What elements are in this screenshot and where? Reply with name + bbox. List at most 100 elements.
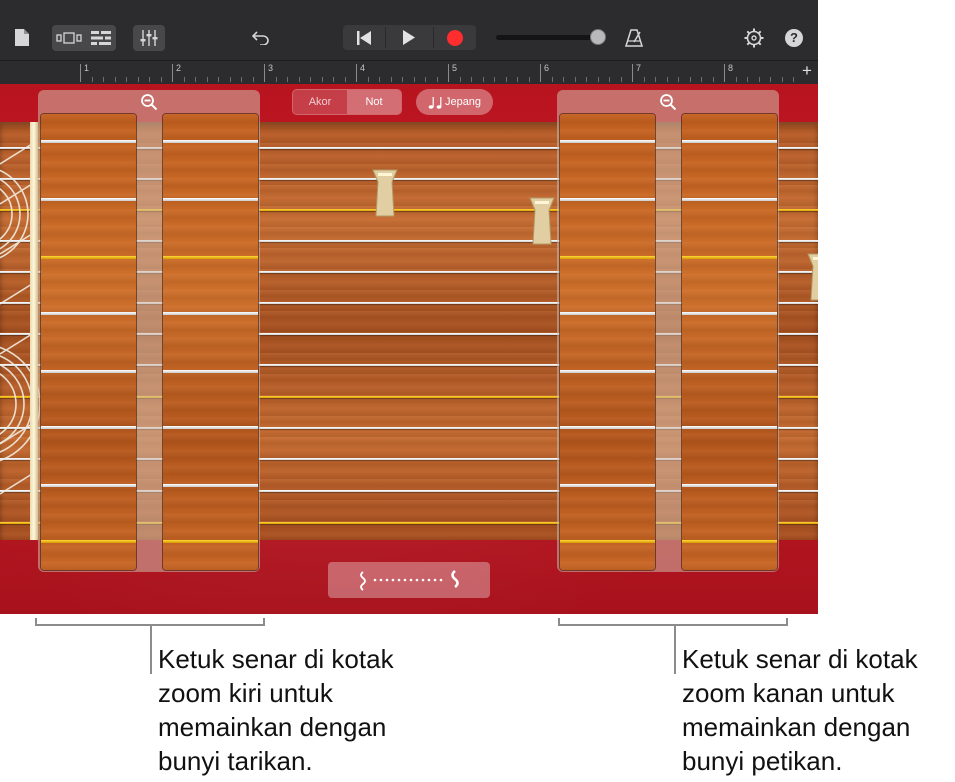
left-zoom-bracket [35,618,265,626]
ruler-bar-number: 6 [544,63,550,73]
zoom-string-column[interactable] [41,114,136,570]
ruler-bar-line [80,64,81,82]
ruler-tick [620,77,622,82]
zoom-string[interactable] [163,370,258,373]
ruler-tick [91,77,93,82]
track-view-icon[interactable] [53,26,84,50]
ruler-bar-number: 1 [84,63,90,73]
zoom-string[interactable] [560,484,655,487]
chords-option[interactable]: Akor [293,90,347,114]
zoom-string[interactable] [560,256,655,259]
ruler-tick [160,77,162,82]
ruler-tick [459,77,461,82]
ruler-tick [494,77,495,82]
ruler-tick [333,77,334,82]
zoom-string[interactable] [682,370,777,373]
ruler-tick [379,77,380,82]
ruler-tick [229,77,231,82]
ruler-tick [137,77,139,82]
notes-option[interactable]: Not [347,90,401,114]
zoom-string-column[interactable] [163,114,258,570]
zoom-out-button[interactable] [38,90,260,114]
zoom-string[interactable] [682,198,777,201]
zoom-out-button[interactable] [557,90,779,114]
record-icon[interactable] [434,25,476,50]
ruler-bar-number: 7 [636,63,642,73]
zoom-string[interactable] [41,140,136,143]
ruler-tick [298,77,300,82]
timeline-ruler[interactable]: + 1 2 3 4 5 6 7 8 [0,60,818,85]
zoom-string[interactable] [41,312,136,315]
ruler-tick [551,77,553,82]
ruler-tick [597,77,599,82]
koto-bridge[interactable] [527,196,557,246]
ruler-tick [505,77,507,82]
zoom-string[interactable] [682,426,777,429]
settings-icon[interactable] [742,26,766,50]
zoom-string[interactable] [560,540,655,543]
help-icon[interactable]: ? [783,27,805,49]
zoom-string[interactable] [163,256,258,259]
zoom-string[interactable] [163,540,258,543]
zoom-string[interactable] [41,256,136,259]
zoom-string[interactable] [560,140,655,143]
zoom-string[interactable] [41,484,136,487]
ruler-tick [218,77,219,82]
ruler-tick [735,77,737,82]
play-icon[interactable] [386,25,432,50]
koto-bridge[interactable] [370,168,400,218]
zoom-string[interactable] [41,370,136,373]
ruler-tick [402,77,403,82]
right-zoom-bracket [558,618,788,626]
zoom-string[interactable] [163,140,258,143]
ruler-tick [310,77,311,82]
ruler-tick [252,77,254,82]
undo-icon[interactable] [249,26,273,50]
glissando-strip[interactable] [328,562,490,598]
right-zoom-box[interactable] [557,90,779,572]
zoom-string[interactable] [163,312,258,315]
zoom-string[interactable] [163,484,258,487]
zoom-string[interactable] [41,540,136,543]
ruler-tick [678,77,679,82]
zoom-string[interactable] [163,426,258,429]
ruler-tick [563,77,564,82]
left-zoom-box[interactable] [38,90,260,572]
ruler-bar-number: 5 [452,63,458,73]
zoom-string[interactable] [682,256,777,259]
volume-slider-knob[interactable] [590,29,606,45]
zoom-string[interactable] [560,426,655,429]
go-to-start-icon[interactable] [343,25,385,50]
zoom-string[interactable] [682,140,777,143]
zoom-string[interactable] [41,198,136,201]
ruler-tick [482,77,484,82]
chords-notes-toggle[interactable]: Akor Not [292,89,402,115]
ruler-tick [747,77,748,82]
ruler-tick [781,77,783,82]
scale-button[interactable]: Jepang [416,89,493,115]
zoom-string[interactable] [682,312,777,315]
zoom-string[interactable] [682,540,777,543]
master-volume-slider[interactable] [496,35,596,40]
zoom-string[interactable] [560,198,655,201]
ruler-bar-line [724,64,725,82]
zoom-out-icon[interactable] [140,93,158,111]
koto-bridge[interactable] [805,252,818,302]
zoom-out-icon[interactable] [659,93,677,111]
ruler-tick [655,77,656,82]
ruler-tick [770,77,771,82]
add-section-button[interactable]: + [798,62,816,80]
zoom-string[interactable] [41,426,136,429]
metronome-icon[interactable] [622,26,646,50]
zoom-string[interactable] [560,312,655,315]
zoom-string-column[interactable] [560,114,655,570]
zoom-string-column[interactable] [682,114,777,570]
zoom-string[interactable] [163,198,258,201]
zoom-string[interactable] [682,484,777,487]
ruler-bar-number: 3 [268,63,274,73]
mixer-icon[interactable] [133,25,165,51]
zoom-string[interactable] [560,370,655,373]
document-icon[interactable] [12,26,32,48]
ruler-tick [195,77,196,82]
tracks-list-icon[interactable] [85,26,116,50]
